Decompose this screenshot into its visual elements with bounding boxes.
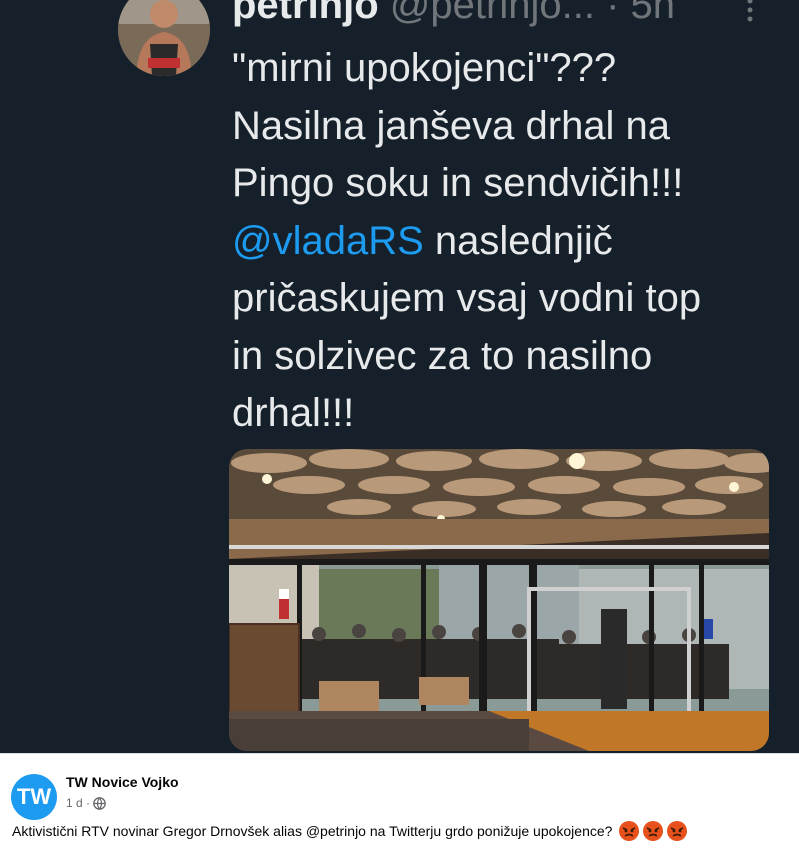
angry-face-icon — [619, 821, 640, 841]
page-name[interactable]: TW Novice Vojko — [66, 774, 179, 790]
tweet-text-line: Nasilna janševa drhal na — [232, 103, 671, 148]
globe-icon[interactable] — [93, 796, 106, 810]
tweet-text-line: in solzivec za to nasilno — [232, 333, 653, 378]
tweet-text-fragment: naslednjič — [423, 218, 613, 263]
tweet-text-line: drhal!!! — [232, 391, 355, 435]
tweet-text-line: @vladaRS naslednjič — [232, 213, 777, 271]
tweet-header: petrinjo @petrinjo... · 5h — [232, 0, 675, 28]
post-text-content: Aktivistični RTV novinar Gregor Drnovšek… — [12, 823, 613, 839]
facebook-post: TW TW Novice Vojko 1 d · Aktivistični RT… — [0, 753, 799, 852]
post-text: Aktivistični RTV novinar Gregor Drnovšek… — [12, 820, 688, 842]
username[interactable]: @petrinjo... — [390, 0, 595, 27]
tweet-text-line: Pingo soku in sendvičih!!! — [232, 161, 684, 205]
angry-face-icon — [667, 821, 688, 841]
tweet-text-line: "mirni upokojenci"??? — [232, 46, 617, 90]
more-options-icon[interactable] — [740, 0, 760, 26]
tweet-card: petrinjo @petrinjo... · 5h "mirni upokoj… — [0, 0, 799, 753]
tweet-timestamp[interactable]: 5h — [631, 0, 676, 27]
profile-avatar[interactable] — [118, 0, 210, 76]
post-meta: 1 d · — [66, 796, 106, 810]
display-name[interactable]: petrinjo — [232, 0, 379, 27]
page-avatar[interactable]: TW — [11, 774, 57, 820]
angry-face-icon — [643, 821, 664, 841]
tweet-photo[interactable] — [229, 449, 769, 751]
tweet-text-line: pričaskujem vsaj vodni top — [232, 276, 702, 320]
separator-dot: · — [606, 0, 620, 27]
post-timestamp[interactable]: 1 d · — [66, 796, 90, 810]
mention-link[interactable]: @vladaRS — [232, 219, 424, 263]
tweet-text: "mirni upokojenci"??? Nasilna janševa dr… — [232, 40, 777, 443]
